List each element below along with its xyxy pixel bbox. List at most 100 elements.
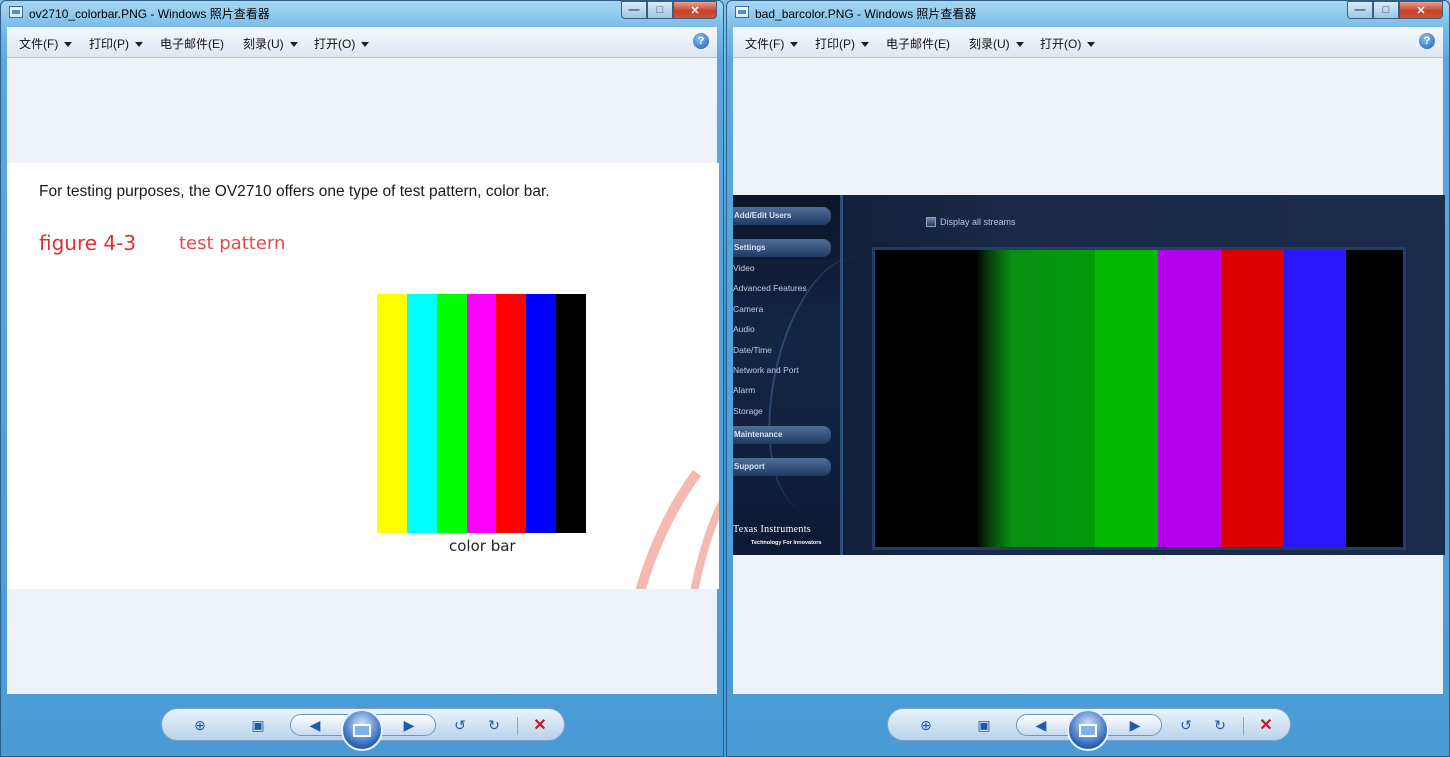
ti-logo: Texas Instruments xyxy=(733,524,811,535)
section-maintenance: Maintenance xyxy=(733,426,831,444)
video-bar-6 xyxy=(1346,250,1404,547)
menu-email[interactable]: 电子邮件(E) xyxy=(886,35,950,52)
figure-caption: color bar xyxy=(449,537,516,555)
close-icon: ✕ xyxy=(1416,4,1426,17)
settings-link-video: Video xyxy=(733,263,755,273)
menu-print-label: 打印(P) xyxy=(815,37,855,51)
fit-icon[interactable]: ▣ xyxy=(974,717,994,733)
menu-burn[interactable]: 刻录(U) xyxy=(969,35,1024,52)
displayed-image: For testing purposes, the OV2710 offers … xyxy=(7,163,719,589)
slideshow-icon xyxy=(1079,723,1097,737)
title-bar[interactable]: bad_barcolor.PNG - Windows 照片查看器 — □ ✕ xyxy=(727,1,1449,25)
slideshow-button[interactable] xyxy=(341,709,383,751)
chevron-down-icon xyxy=(1015,42,1024,48)
slideshow-icon xyxy=(353,723,371,737)
figure-title: test pattern xyxy=(179,233,286,254)
photo-viewer-app-icon xyxy=(9,6,23,18)
minimize-button[interactable]: — xyxy=(1347,1,1373,19)
maximize-button[interactable]: □ xyxy=(1373,1,1399,19)
navigation-group: ◀ ▶ xyxy=(1016,709,1162,751)
color-bar-4 xyxy=(496,294,527,533)
zoom-icon[interactable]: ⊕ xyxy=(916,717,936,733)
photo-viewer-app-icon xyxy=(735,6,749,18)
menu-open-label: 打开(O) xyxy=(1040,37,1082,51)
menu-burn-label: 刻录(U) xyxy=(243,37,284,51)
viewer-control-bar: ⊕ ▣ ◀ ▶ ↺ ↻ ✕ xyxy=(887,708,1291,751)
datasheet-body-text: For testing purposes, the OV2710 offers … xyxy=(39,183,550,200)
display-streams-checkbox xyxy=(926,217,936,227)
separator xyxy=(1243,717,1244,735)
menu-email-label: 电子邮件(E) xyxy=(886,37,950,51)
settings-link-storage: Storage xyxy=(733,406,763,416)
section-support: Support xyxy=(733,458,831,476)
title-bar[interactable]: ov2710_colorbar.PNG - Windows 照片查看器 — □ … xyxy=(1,1,723,25)
maximize-button[interactable]: □ xyxy=(647,1,673,19)
close-button[interactable]: ✕ xyxy=(1399,1,1443,19)
menu-print[interactable]: 打印(P) xyxy=(815,35,869,52)
maximize-icon: □ xyxy=(656,4,664,16)
window-title: bad_barcolor.PNG - Windows 照片查看器 xyxy=(755,7,977,21)
display-streams-label: Display all streams xyxy=(940,217,1016,227)
menu-open[interactable]: 打开(O) xyxy=(1040,35,1096,52)
menu-print[interactable]: 打印(P) xyxy=(89,35,143,52)
watermark-stamp xyxy=(635,470,719,589)
menu-bar: 文件(F) 打印(P) 电子邮件(E) 刻录(U) 打开(O) ? xyxy=(7,27,717,58)
menu-file-label: 文件(F) xyxy=(745,37,785,51)
minimize-button[interactable]: — xyxy=(621,1,647,19)
dvr-sidebar: Add/Edit Users Settings Video Advanced F… xyxy=(733,195,921,555)
menu-burn-label: 刻录(U) xyxy=(969,37,1010,51)
video-bar-0 xyxy=(875,250,976,547)
previous-icon[interactable]: ◀ xyxy=(1031,717,1051,733)
menu-email-label: 电子邮件(E) xyxy=(160,37,224,51)
chevron-down-icon xyxy=(361,42,370,48)
viewer-control-bar: ⊕ ▣ ◀ ▶ ↺ ↻ ✕ xyxy=(161,708,565,751)
menu-email[interactable]: 电子邮件(E) xyxy=(160,35,224,52)
close-button[interactable]: ✕ xyxy=(673,1,717,19)
menu-file[interactable]: 文件(F) xyxy=(745,35,799,52)
reference-color-bars xyxy=(377,294,587,533)
caption-buttons: — □ ✕ xyxy=(621,1,717,19)
caption-buttons: — □ ✕ xyxy=(1347,1,1443,19)
color-bar-0 xyxy=(377,294,407,533)
chevron-down-icon xyxy=(64,42,73,48)
section-settings: Settings xyxy=(733,239,831,257)
settings-link-advanced: Advanced Features xyxy=(733,283,807,293)
color-bar-1 xyxy=(406,294,437,533)
maximize-icon: □ xyxy=(1382,4,1390,16)
help-icon[interactable]: ? xyxy=(693,33,709,49)
next-icon[interactable]: ▶ xyxy=(399,717,419,733)
ti-tagline: Technology For Innovators xyxy=(751,540,822,546)
figure-number: figure 4-3 xyxy=(39,231,137,255)
settings-link-datetime: Date/Time xyxy=(733,345,772,355)
video-bar-1 xyxy=(975,250,1095,547)
close-icon: ✕ xyxy=(690,4,700,17)
rotate-right-icon[interactable]: ↻ xyxy=(484,717,504,733)
photo-viewer-window-right[interactable]: bad_barcolor.PNG - Windows 照片查看器 — □ ✕ 文… xyxy=(726,0,1450,757)
slideshow-button[interactable] xyxy=(1067,709,1109,751)
rotate-left-icon[interactable]: ↺ xyxy=(450,717,470,733)
photo-viewer-window-left[interactable]: ov2710_colorbar.PNG - Windows 照片查看器 — □ … xyxy=(0,0,724,757)
fit-icon[interactable]: ▣ xyxy=(248,717,268,733)
rotate-left-icon[interactable]: ↺ xyxy=(1176,717,1196,733)
previous-icon[interactable]: ◀ xyxy=(305,717,325,733)
delete-icon[interactable]: ✕ xyxy=(1256,717,1276,734)
settings-link-alarm: Alarm xyxy=(733,385,756,395)
settings-link-audio: Audio xyxy=(733,324,755,334)
zoom-icon[interactable]: ⊕ xyxy=(190,717,210,733)
delete-icon[interactable]: ✕ xyxy=(530,717,550,734)
section-add-edit-users: Add/Edit Users xyxy=(733,207,831,225)
help-icon[interactable]: ? xyxy=(1419,33,1435,49)
menu-open-label: 打开(O) xyxy=(314,37,356,51)
rotate-right-icon[interactable]: ↻ xyxy=(1210,717,1230,733)
menu-file-label: 文件(F) xyxy=(19,37,59,51)
menu-file[interactable]: 文件(F) xyxy=(19,35,73,52)
video-bar-3 xyxy=(1157,250,1221,547)
menu-burn[interactable]: 刻录(U) xyxy=(243,35,298,52)
next-icon[interactable]: ▶ xyxy=(1125,717,1145,733)
window-title: ov2710_colorbar.PNG - Windows 照片查看器 xyxy=(29,7,270,21)
menu-open[interactable]: 打开(O) xyxy=(314,35,370,52)
image-viewport[interactable]: For testing purposes, the OV2710 offers … xyxy=(7,58,719,694)
video-preview-frame xyxy=(872,247,1406,550)
separator xyxy=(517,717,518,735)
image-viewport[interactable]: Add/Edit Users Settings Video Advanced F… xyxy=(733,58,1445,694)
